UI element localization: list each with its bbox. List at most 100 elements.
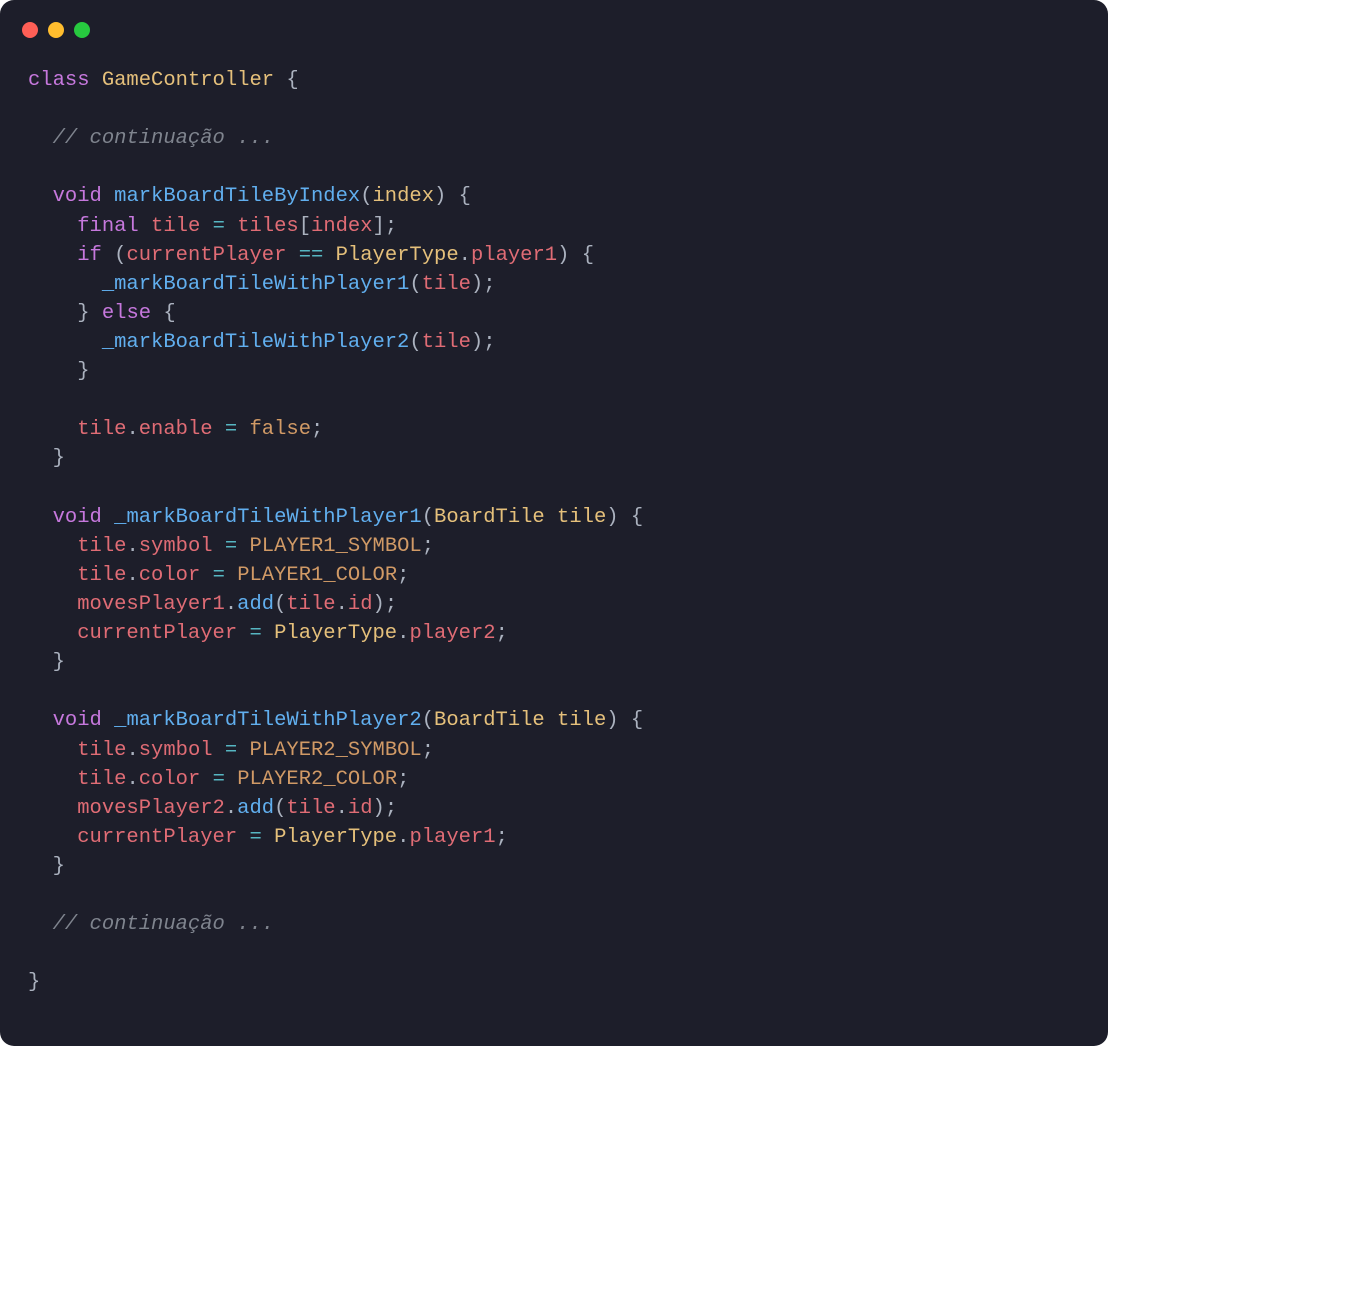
code-token-type: PlayerType	[336, 244, 459, 267]
code-token-prop: player1	[409, 826, 495, 849]
code-token-punc: (	[360, 185, 372, 208]
code-token-plain	[213, 535, 225, 558]
code-token-fn: add	[237, 593, 274, 616]
code-token-punc: .	[225, 593, 237, 616]
code-token-op: =	[249, 622, 261, 645]
code-token-punc: .	[225, 797, 237, 820]
code-token-punc: )	[606, 506, 618, 529]
code-token-punc: )	[557, 244, 569, 267]
code-token-plain	[28, 739, 77, 762]
code-token-const: PLAYER2_SYMBOL	[250, 739, 422, 762]
code-token-prop: color	[139, 768, 201, 791]
code-token-plain	[237, 622, 249, 645]
code-token-ident: tiles	[237, 215, 299, 238]
code-token-ident: tile	[422, 331, 471, 354]
code-token-prop: color	[139, 564, 201, 587]
code-token-plain	[28, 331, 102, 354]
code-token-punc: ;	[397, 768, 409, 791]
code-token-plain	[28, 535, 77, 558]
code-token-plain	[545, 709, 557, 732]
code-token-punc: ;	[496, 826, 508, 849]
code-token-plain	[569, 244, 581, 267]
close-icon[interactable]	[22, 22, 38, 38]
code-token-plain	[619, 506, 631, 529]
code-token-fn: _markBoardTileWithPlayer2	[114, 709, 422, 732]
code-token-plain	[262, 622, 274, 645]
code-line: currentPlayer = PlayerType.player2;	[28, 622, 508, 645]
code-token-punc: {	[631, 709, 643, 732]
code-token-punc: .	[126, 535, 138, 558]
code-token-prop: enable	[139, 418, 213, 441]
code-token-punc: }	[77, 302, 89, 325]
code-line: tile.enable = false;	[28, 418, 323, 441]
code-token-prop: player2	[409, 622, 495, 645]
code-token-plain	[28, 593, 77, 616]
code-token-plain	[28, 506, 53, 529]
code-token-param: tile	[557, 506, 606, 529]
code-line: tile.symbol = PLAYER1_SYMBOL;	[28, 535, 434, 558]
code-line: movesPlayer2.add(tile.id);	[28, 797, 397, 820]
window-titlebar	[0, 0, 1108, 38]
code-token-plain	[323, 244, 335, 267]
code-token-plain	[28, 244, 77, 267]
code-token-plain	[237, 418, 249, 441]
code-token-ident: tile	[77, 768, 126, 791]
code-line: // continuação ...	[28, 913, 274, 936]
code-token-ident: tile	[77, 418, 126, 441]
code-token-plain	[213, 739, 225, 762]
code-token-plain	[28, 709, 53, 732]
code-token-plain	[237, 739, 249, 762]
code-token-plain	[139, 215, 151, 238]
code-token-punc: }	[53, 855, 65, 878]
code-token-op: =	[213, 564, 225, 587]
code-line: movesPlayer1.add(tile.id);	[28, 593, 397, 616]
code-line: final tile = tiles[index];	[28, 215, 397, 238]
code-token-punc: }	[53, 651, 65, 674]
code-token-ident: movesPlayer2	[77, 797, 225, 820]
zoom-icon[interactable]	[74, 22, 90, 38]
code-token-punc: );	[373, 797, 398, 820]
code-token-plain	[28, 447, 53, 470]
code-token-punc: .	[336, 797, 348, 820]
code-token-plain	[545, 506, 557, 529]
code-token-kw1: if	[77, 244, 102, 267]
code-token-punc: .	[459, 244, 471, 267]
code-token-plain	[28, 360, 77, 383]
code-token-punc: {	[582, 244, 594, 267]
code-token-plain	[446, 185, 458, 208]
code-token-plain	[28, 797, 77, 820]
code-token-plain	[28, 768, 77, 791]
code-token-punc: }	[28, 971, 40, 994]
minimize-icon[interactable]	[48, 22, 64, 38]
code-token-plain	[28, 913, 53, 936]
code-token-ident: currentPlayer	[126, 244, 286, 267]
code-token-ident: tile	[77, 535, 126, 558]
code-token-plain	[225, 768, 237, 791]
code-line: }	[28, 651, 65, 674]
code-token-punc: );	[471, 331, 496, 354]
code-token-const: false	[250, 418, 312, 441]
code-token-param: index	[373, 185, 435, 208]
code-token-const: PLAYER1_SYMBOL	[250, 535, 422, 558]
code-line: }	[28, 360, 90, 383]
code-token-kw1: void	[53, 709, 102, 732]
code-token-fn: add	[237, 797, 274, 820]
code-token-comm: // continuação ...	[53, 913, 274, 936]
code-line: void _markBoardTileWithPlayer1(BoardTile…	[28, 506, 643, 529]
code-line: tile.color = PLAYER2_COLOR;	[28, 768, 409, 791]
code-token-plain	[262, 826, 274, 849]
code-token-punc: ;	[311, 418, 323, 441]
code-token-ident: currentPlayer	[77, 826, 237, 849]
code-token-kw1: void	[53, 185, 102, 208]
code-token-fn: _markBoardTileWithPlayer1	[102, 273, 410, 296]
code-token-prop: symbol	[139, 535, 213, 558]
code-token-plain	[102, 506, 114, 529]
code-token-plain	[28, 622, 77, 645]
code-line: }	[28, 855, 65, 878]
code-token-plain	[28, 302, 77, 325]
code-token-ident: tile	[286, 593, 335, 616]
code-token-type: BoardTile	[434, 709, 545, 732]
code-token-punc: }	[77, 360, 89, 383]
code-token-punc: (	[422, 709, 434, 732]
code-token-plain	[151, 302, 163, 325]
